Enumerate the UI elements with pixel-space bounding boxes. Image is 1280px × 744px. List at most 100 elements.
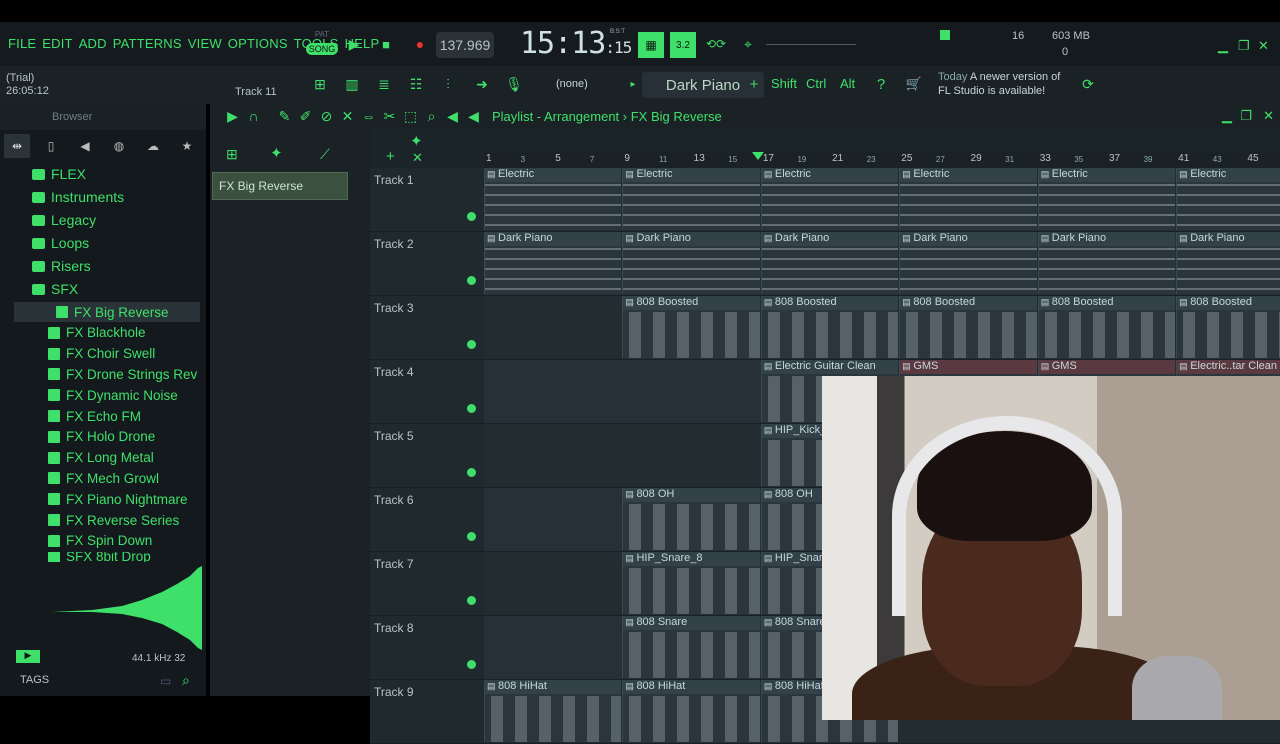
shift-key[interactable]: Shift bbox=[771, 76, 797, 91]
track-mute-icon[interactable] bbox=[467, 276, 476, 285]
playlist-clip[interactable]: Electric bbox=[1176, 168, 1280, 230]
maximize-icon[interactable]: ❐ bbox=[1238, 38, 1250, 54]
minimize-icon[interactable]: ▁ bbox=[1218, 38, 1228, 54]
playlist-clip[interactable]: Dark Piano bbox=[484, 232, 622, 294]
playlist-clip[interactable]: Electric bbox=[484, 168, 622, 230]
playlist-icon[interactable]: ⊞ bbox=[310, 74, 330, 94]
track-header[interactable]: Track 7 bbox=[370, 552, 484, 616]
browser-speaker-icon[interactable]: ◀ bbox=[72, 139, 98, 153]
browser-item[interactable]: FX Spin Down bbox=[48, 531, 152, 551]
playlist-clip[interactable]: Dark Piano bbox=[1176, 232, 1280, 294]
brush-icon[interactable]: ✐ bbox=[297, 108, 314, 125]
track-mute-icon[interactable] bbox=[467, 212, 476, 221]
playlist-clip[interactable]: Electric bbox=[899, 168, 1037, 230]
playlist-clip[interactable]: Dark Piano bbox=[899, 232, 1037, 294]
metronome-icon[interactable]: ⌖ bbox=[736, 34, 760, 54]
menu-add[interactable]: ADD bbox=[79, 36, 107, 51]
mixer-icon[interactable]: ☷ bbox=[406, 74, 426, 94]
folder-icon[interactable]: ▭ bbox=[160, 674, 171, 688]
speaker-icon[interactable]: ◀ bbox=[465, 108, 482, 125]
playlist-clip[interactable]: Electric bbox=[1037, 168, 1176, 230]
browser-item[interactable]: FX Big Reverse bbox=[14, 302, 200, 322]
track-mute-icon[interactable] bbox=[467, 596, 476, 605]
playlist-close-icon[interactable]: ✕ bbox=[1263, 108, 1274, 124]
browser-file-icon[interactable]: ▯ bbox=[38, 139, 64, 153]
stop-icon[interactable]: ■ bbox=[376, 34, 396, 54]
browser-item[interactable]: FX Drone Strings Rev bbox=[48, 364, 197, 384]
browser-item[interactable]: FLEX bbox=[32, 164, 86, 184]
playlist-clip[interactable]: Electric bbox=[760, 168, 899, 230]
playlist-clip[interactable]: Electric bbox=[622, 168, 760, 230]
channel-rack-icon[interactable]: ▥ bbox=[342, 74, 362, 94]
browser-item[interactable]: Legacy bbox=[32, 210, 96, 230]
picker-automation-icon[interactable]: ⟋ bbox=[320, 146, 330, 163]
browser-item[interactable]: FX Echo FM bbox=[48, 406, 141, 426]
master-volume-slider[interactable] bbox=[766, 44, 856, 45]
tempo-display[interactable]: 137.969 bbox=[436, 32, 494, 58]
track-mute-icon[interactable] bbox=[467, 340, 476, 349]
browser-item[interactable]: FX Mech Growl bbox=[48, 468, 159, 488]
menu-patterns[interactable]: PATTERNS bbox=[113, 36, 182, 51]
track-header[interactable]: Track 2 bbox=[370, 232, 484, 296]
browser-item[interactable]: FX Holo Drone bbox=[48, 427, 155, 447]
menu-file[interactable]: FILE bbox=[8, 36, 36, 51]
preview-play-icon[interactable]: ▶ bbox=[16, 650, 40, 663]
snap-icon[interactable]: ✦ bbox=[410, 132, 423, 150]
select-icon[interactable]: ⬚ bbox=[402, 108, 419, 125]
playlist-clip[interactable]: 808 HiHat bbox=[484, 680, 622, 742]
mute-icon[interactable]: ✕ bbox=[339, 108, 356, 125]
playlist-clip[interactable]: Dark Piano bbox=[760, 232, 899, 294]
browser-cloud-icon[interactable]: ☁ bbox=[140, 139, 166, 153]
tags-label[interactable]: TAGS bbox=[20, 674, 49, 686]
pattern-picker-item[interactable]: FX Big Reverse bbox=[212, 172, 348, 200]
track-header[interactable]: Track 3 bbox=[370, 296, 484, 360]
playlist-clip[interactable]: 808 Boosted bbox=[1037, 296, 1176, 358]
picker-pattern-icon[interactable]: ⊞ bbox=[226, 146, 238, 163]
piano-roll-icon[interactable]: ≣ bbox=[374, 74, 394, 94]
close-icon[interactable]: ✕ bbox=[1258, 38, 1269, 54]
help-icon[interactable]: ? bbox=[870, 74, 892, 94]
track-mute-icon[interactable] bbox=[467, 404, 476, 413]
track-header[interactable]: Track 4 bbox=[370, 360, 484, 424]
playback-icon[interactable]: ◀ bbox=[444, 108, 461, 125]
menu-options[interactable]: OPTIONS bbox=[228, 36, 288, 51]
loop-record-icon[interactable]: ⟲⟳ bbox=[704, 34, 728, 54]
playlist-clip[interactable]: Dark Piano bbox=[1037, 232, 1176, 294]
menu-edit[interactable]: EDIT bbox=[42, 36, 72, 51]
pattern-next-icon[interactable]: ▸ bbox=[626, 76, 640, 92]
playlist-clip[interactable]: 808 Boosted bbox=[760, 296, 899, 358]
browser-item[interactable]: FX Reverse Series bbox=[48, 510, 179, 530]
zoom-icon[interactable]: ⌕ bbox=[423, 108, 440, 125]
track-header[interactable]: Track 8 bbox=[370, 616, 484, 680]
play-icon[interactable]: ▶ bbox=[344, 34, 364, 54]
playlist-clip[interactable]: 808 OH bbox=[622, 488, 760, 550]
track-header[interactable]: Track 9 bbox=[370, 680, 484, 744]
browser-item[interactable]: SFX 8bit Drop bbox=[48, 551, 151, 562]
add-track-icon[interactable]: + bbox=[386, 148, 395, 165]
news-panel[interactable]: Today A newer version of FL Studio is av… bbox=[938, 70, 1060, 98]
playlist-clip[interactable]: 808 Snare bbox=[622, 616, 760, 678]
arrow-right-icon[interactable]: ➜ bbox=[472, 74, 492, 94]
browser-globe-icon[interactable]: ◍ bbox=[106, 139, 132, 153]
alt-key[interactable]: Alt bbox=[840, 76, 855, 91]
record-icon[interactable]: ● bbox=[410, 34, 430, 54]
browser-item[interactable]: FX Long Metal bbox=[48, 448, 154, 468]
slip-icon[interactable]: ⇔ bbox=[360, 108, 377, 125]
track-mute-icon[interactable] bbox=[467, 660, 476, 669]
delete-icon[interactable]: ⊘ bbox=[318, 108, 335, 125]
browser-item[interactable]: FX Choir Swell bbox=[48, 344, 155, 364]
playlist-clip[interactable]: 808 Boosted bbox=[622, 296, 760, 358]
track-mute-icon[interactable] bbox=[467, 468, 476, 477]
picker-audio-icon[interactable]: ✦ bbox=[270, 144, 283, 162]
browser-item[interactable]: FX Piano Nightmare bbox=[48, 489, 188, 509]
playlist-clip[interactable]: Dark Piano bbox=[622, 232, 760, 294]
browser-item[interactable]: FX Blackhole bbox=[48, 323, 146, 343]
track-header[interactable]: Track 6 bbox=[370, 488, 484, 552]
pattern-song-mode-icon[interactable]: ▦ bbox=[638, 32, 664, 58]
countdown-icon[interactable]: 3.2 bbox=[670, 32, 696, 58]
browser-all-icon[interactable]: ⇹ bbox=[4, 134, 30, 158]
playhead-marker[interactable] bbox=[752, 152, 765, 160]
ctrl-key[interactable]: Ctrl bbox=[806, 76, 826, 91]
browser-item[interactable]: Risers bbox=[32, 256, 91, 276]
add-icon[interactable]: + bbox=[746, 76, 762, 93]
